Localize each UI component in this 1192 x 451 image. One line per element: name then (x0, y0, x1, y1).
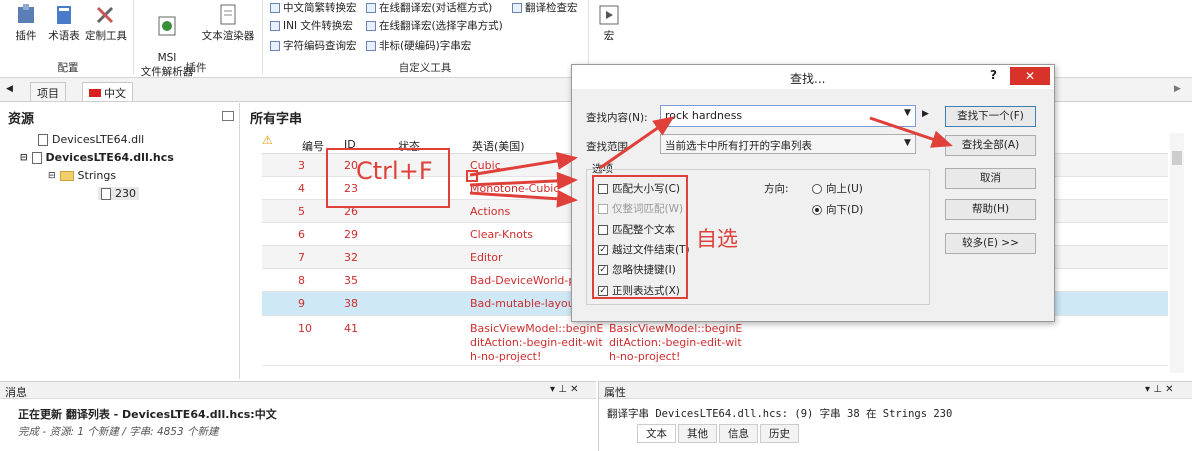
warning-icon: ⚠ (262, 133, 273, 147)
custom-tools-label: 定制工具 (85, 30, 127, 42)
macro-check[interactable]: 翻译检查宏 (512, 0, 578, 15)
tree-item-dll[interactable]: DevicesLTE64.dll (38, 133, 144, 146)
document-icon (220, 4, 236, 25)
scope-label: 查找范围 (586, 141, 628, 153)
plugins-button[interactable]: 插件 (8, 4, 44, 43)
tree-item-strings[interactable]: ⊟ Strings (48, 169, 116, 182)
find-all-button[interactable]: 查找全部(A) (945, 135, 1036, 156)
text-renderer-label: 文本渲染器 (201, 30, 255, 42)
book-icon (57, 6, 71, 24)
properties-panel-header: 属性 (599, 382, 1192, 399)
tab-info[interactable]: 信息 (719, 424, 758, 443)
direction-up-radio[interactable]: 向上(U) (812, 181, 863, 196)
panel-controls-icon[interactable]: ▾ ⊥ ✕ (550, 384, 578, 395)
tree-item-230[interactable]: 230 (98, 187, 139, 200)
help-icon[interactable]: ? (990, 68, 997, 82)
macro-icon (366, 40, 376, 51)
macro-icon (270, 2, 280, 13)
arrow-right-icon[interactable]: ▶ (922, 109, 929, 119)
chevron-down-icon[interactable]: ▼ (904, 138, 911, 148)
tab-text[interactable]: 文本 (637, 424, 676, 443)
find-dialog: 查找... ? ✕ 查找内容(N): rock hardness ▼ ▶ 查找范… (571, 64, 1055, 322)
macro-icon (270, 40, 280, 51)
scope-select[interactable]: 当前选卡中所有打开的字串列表 (660, 134, 916, 154)
panel-controls-icon[interactable]: ▾ ⊥ ✕ (1145, 384, 1173, 395)
message-line-2: 完成 - 资源: 1 个新建 / 字串: 4853 个新建 (18, 426, 219, 438)
close-button[interactable]: ✕ (1010, 67, 1050, 85)
flag-icon (89, 89, 101, 97)
find-next-button[interactable]: 查找下一个(F) (945, 106, 1036, 127)
macro-online-dialog[interactable]: 在线翻译宏(对话框方式) (366, 0, 492, 15)
message-panel: 消息 ▾ ⊥ ✕ 正在更新 翻译列表 - DevicesLTE64.dll.hc… (0, 381, 596, 451)
macro-big-icon (599, 5, 619, 25)
group-custom-tools-label: 自定义工具 (398, 62, 452, 74)
macro-label: 宏 (603, 30, 615, 42)
message-panel-header: 消息 (0, 382, 596, 399)
macro-hardcoded[interactable]: 非标(硬编码)字串宏 (366, 38, 471, 53)
collapse-icon[interactable]: ⊟ (20, 153, 28, 163)
group-plugins-label: 插件 (185, 62, 207, 74)
tabs-left-arrow[interactable]: ◀ (6, 84, 13, 94)
direction-down-radio[interactable]: 向下(D) (812, 202, 863, 217)
direction-label: 方向: (764, 183, 789, 195)
col-header-english[interactable]: 英语(美国) (472, 138, 525, 154)
text-renderer-button[interactable]: 文本渲染器 (198, 4, 258, 43)
resource-panel-title: 资源 (8, 112, 35, 127)
tab-project[interactable]: 项目 (30, 82, 66, 101)
glossary-label: 术语表 (48, 30, 80, 42)
plugin-icon (18, 4, 34, 23)
macro-ini[interactable]: INI 文件转换宏 (270, 18, 353, 33)
file-icon (31, 151, 42, 164)
help-button[interactable]: 帮助(H) (945, 199, 1036, 220)
panel-menu-icon[interactable] (222, 111, 234, 121)
more-button[interactable]: 较多(E) >> (945, 233, 1036, 254)
grid-title: 所有字串 (250, 112, 303, 127)
msi-icon (158, 16, 176, 36)
properties-line: 翻译字串 DevicesLTE64.dll.hcs: (9) 字串 38 在 S… (607, 408, 953, 420)
file-icon (101, 187, 111, 200)
tab-history[interactable]: 历史 (760, 424, 799, 443)
macro-icon (270, 20, 280, 31)
file-icon (38, 133, 48, 146)
group-config-label: 配置 (57, 62, 79, 74)
column-annotation-box (466, 170, 478, 182)
macro-charset[interactable]: 字符编码查询宏 (270, 38, 357, 53)
tools-icon (96, 6, 114, 24)
find-input[interactable]: rock hardness (660, 105, 916, 127)
macro-icon (366, 20, 376, 31)
col-header-num[interactable]: 编号 (302, 138, 324, 154)
tab-chinese[interactable]: 中文 (82, 82, 133, 101)
macro-online-select[interactable]: 在线翻译宏(选择字串方式) (366, 18, 503, 33)
collapse-icon[interactable]: ⊟ (48, 171, 56, 181)
resource-panel: 资源 DevicesLTE64.dll ⊟ DevicesLTE64.dll.hc… (0, 103, 240, 379)
message-line-1: 正在更新 翻译列表 - DevicesLTE64.dll.hcs:中文 (18, 408, 277, 421)
folder-icon (59, 170, 74, 181)
tabs-right-arrow[interactable]: ▶ (1174, 84, 1181, 94)
macro-icon (512, 2, 522, 13)
find-label: 查找内容(N): (586, 112, 648, 124)
properties-panel: 属性 ▾ ⊥ ✕ 翻译字串 DevicesLTE64.dll.hcs: (9) … (598, 381, 1192, 451)
tab-other[interactable]: 其他 (678, 424, 717, 443)
dialog-title: 查找... (790, 72, 826, 86)
options-annotation-box (592, 175, 688, 299)
self-choose-annotation: 自选 (696, 227, 738, 251)
macro-simp-trad[interactable]: 中文简繁转换宏 (270, 0, 357, 15)
macro-icon (366, 2, 376, 13)
chevron-down-icon[interactable]: ▼ (904, 108, 911, 118)
custom-tools-button[interactable]: 定制工具 (82, 4, 130, 43)
tree-item-hcs[interactable]: ⊟ DevicesLTE64.dll.hcs (20, 151, 174, 164)
shortcut-annotation: Ctrl+F (356, 157, 433, 185)
properties-tabs: 文本 其他 信息 历史 (637, 424, 799, 443)
table-row[interactable]: 10 41 BasicViewModel::beginEditAction:-beg… (262, 316, 1168, 366)
grid-scrollbar[interactable] (1170, 133, 1184, 373)
cancel-button[interactable]: 取消 (945, 168, 1036, 189)
glossary-button[interactable]: 术语表 (44, 4, 84, 43)
macro-button[interactable]: 宏 (594, 4, 624, 43)
plugins-label: 插件 (15, 30, 37, 42)
